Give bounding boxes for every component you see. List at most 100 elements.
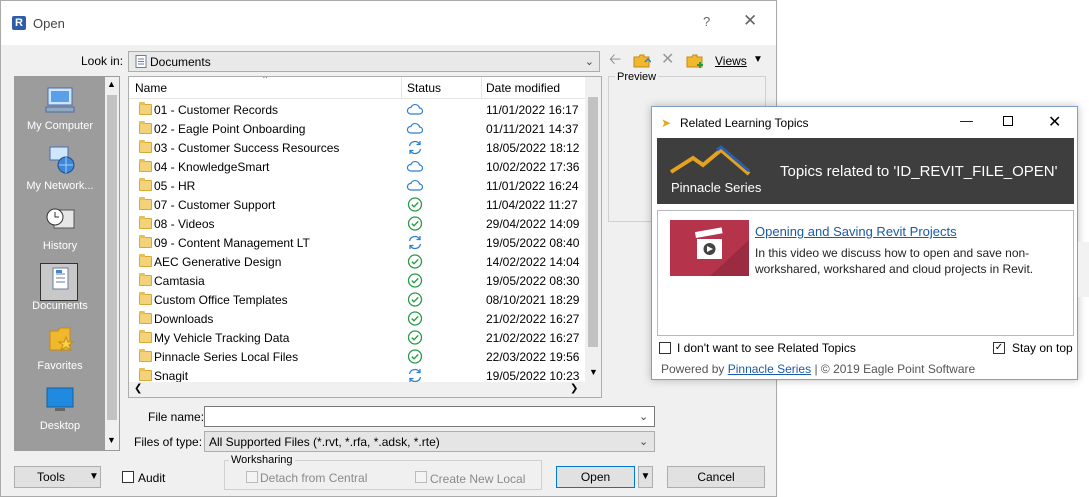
- file-name-input[interactable]: [204, 406, 655, 427]
- file-row[interactable]: 01 - Customer Records 11/01/2022 16:17: [129, 100, 585, 119]
- file-date-modified: 19/05/2022 08:40: [486, 236, 580, 250]
- file-row[interactable]: 05 - HR 11/01/2022 16:24: [129, 176, 585, 195]
- back-arrow-icon[interactable]: 🡠: [609, 51, 621, 69]
- stay-on-top-checkbox[interactable]: ✓: [993, 342, 1005, 354]
- folder-icon: [139, 235, 152, 248]
- dropdown-arrow-icon: ▼: [89, 471, 99, 482]
- place-label: Documents: [32, 300, 88, 312]
- video-clapperboard-icon[interactable]: [670, 220, 749, 276]
- pinnacle-flame-icon: ➤: [661, 116, 672, 130]
- up-one-level-icon[interactable]: [633, 53, 651, 69]
- scroll-thumb[interactable]: [107, 95, 117, 420]
- pinnacle-series-link[interactable]: Pinnacle Series: [728, 362, 811, 376]
- places-scrollbar[interactable]: ▲ ▼: [105, 77, 119, 450]
- views-dropdown-arrow-icon[interactable]: ▼: [753, 54, 763, 65]
- places-list: My Computer My Network... History Documents…: [15, 77, 105, 450]
- file-row[interactable]: Custom Office Templates 08/10/2021 18:29: [129, 290, 585, 309]
- scroll-up-icon[interactable]: ▲: [107, 79, 116, 89]
- available-status-icon: [406, 291, 424, 308]
- file-date-modified: 14/02/2022 14:04: [486, 255, 580, 269]
- file-date-modified: 11/01/2022 16:24: [486, 179, 579, 193]
- file-name: My Vehicle Tracking Data: [154, 331, 290, 345]
- file-row[interactable]: Pinnacle Series Local Files 22/03/2022 19…: [129, 347, 585, 366]
- file-type-label: Files of type:: [134, 435, 203, 449]
- dont-show-related-checkbox[interactable]: [659, 342, 671, 354]
- place-my-network[interactable]: My Network...: [15, 141, 105, 199]
- cancel-button[interactable]: Cancel: [667, 466, 765, 488]
- maximize-button[interactable]: [1003, 116, 1013, 126]
- available-status-icon: [406, 329, 424, 346]
- topic-description: In this video we discuss how to open and…: [755, 246, 1034, 276]
- tools-button[interactable]: Tools ▼: [14, 466, 101, 488]
- close-button[interactable]: ✕: [743, 11, 757, 31]
- revit-logo-icon: R: [12, 16, 26, 30]
- worksharing-label: Worksharing: [229, 454, 295, 466]
- file-name: Custom Office Templates: [154, 293, 288, 307]
- topic-link[interactable]: Opening and Saving Revit Projects: [755, 224, 957, 239]
- column-header-date-modified[interactable]: Date modified: [486, 81, 560, 95]
- file-row[interactable]: 03 - Customer Success Resources 18/05/202…: [129, 138, 585, 157]
- close-button[interactable]: ✕: [1048, 112, 1061, 132]
- file-name: 02 - Eagle Point Onboarding: [154, 122, 306, 136]
- file-name: 09 - Content Management LT: [154, 236, 310, 250]
- file-row[interactable]: 08 - Videos 29/04/2022 14:09: [129, 214, 585, 233]
- place-label: My Network...: [26, 180, 94, 192]
- views-menu[interactable]: Views: [715, 54, 747, 68]
- file-row[interactable]: AEC Generative Design 14/02/2022 14:04: [129, 252, 585, 271]
- open-options-dropdown-button[interactable]: ▼: [638, 466, 653, 488]
- pinnacle-logo-text: Pinnacle Series: [671, 180, 762, 195]
- scroll-down-icon[interactable]: ▼: [107, 435, 116, 445]
- file-row[interactable]: My Vehicle Tracking Data 21/02/2022 16:27: [129, 328, 585, 347]
- new-folder-icon[interactable]: [686, 53, 704, 69]
- place-label: Desktop: [39, 420, 81, 432]
- delete-icon[interactable]: ✕: [661, 51, 674, 69]
- folder-icon: [139, 330, 152, 343]
- cloud-status-icon: [406, 177, 424, 194]
- place-documents[interactable]: Documents: [15, 261, 105, 319]
- file-row[interactable]: 07 - Customer Support 11/04/2022 11:27: [129, 195, 585, 214]
- folder-icon: [139, 178, 152, 191]
- scroll-left-icon[interactable]: ❮: [134, 383, 142, 394]
- topics-banner: Pinnacle Series Topics related to 'ID_RE…: [657, 138, 1074, 204]
- scroll-down-icon[interactable]: ▼: [589, 367, 598, 377]
- open-button[interactable]: Open: [556, 466, 635, 488]
- file-list[interactable]: Name ⌃ Status Date modified 01 - Custome…: [128, 76, 602, 398]
- minimize-button[interactable]: —: [960, 113, 973, 128]
- folder-icon: [139, 121, 152, 134]
- file-row[interactable]: 02 - Eagle Point Onboarding 01/11/2021 14…: [129, 119, 585, 138]
- detach-from-central-checkbox[interactable]: [246, 471, 258, 483]
- file-date-modified: 19/05/2022 08:30: [486, 274, 580, 288]
- place-favorites[interactable]: Favorites: [15, 321, 105, 379]
- create-new-local-checkbox[interactable]: [415, 471, 427, 483]
- sync-status-icon: [406, 234, 424, 251]
- audit-checkbox[interactable]: [122, 471, 134, 483]
- folder-icon: [139, 368, 152, 381]
- chevron-down-icon: ⌄: [584, 56, 594, 68]
- documents-folder-icon: [135, 55, 147, 68]
- scroll-thumb[interactable]: [588, 97, 598, 347]
- chevron-down-icon[interactable]: ⌄: [639, 435, 648, 448]
- footer-copyright: | © 2019 Eagle Point Software: [814, 362, 976, 376]
- place-desktop[interactable]: Desktop: [15, 381, 105, 439]
- folder-icon: [139, 292, 152, 305]
- look-in-dropdown[interactable]: Documents ⌄: [128, 51, 600, 72]
- file-row[interactable]: Downloads 21/02/2022 16:27: [129, 309, 585, 328]
- place-history[interactable]: History: [15, 201, 105, 259]
- file-date-modified: 22/03/2022 19:56: [486, 350, 580, 364]
- file-row[interactable]: 04 - KnowledgeSmart 10/02/2022 17:36: [129, 157, 585, 176]
- chevron-down-icon[interactable]: ⌄: [639, 410, 648, 423]
- place-my-computer[interactable]: My Computer: [15, 81, 105, 139]
- file-date-modified: 18/05/2022 18:12: [486, 141, 580, 155]
- column-header-status[interactable]: Status: [402, 77, 482, 99]
- available-status-icon: [406, 310, 424, 327]
- file-date-modified: 11/01/2022 16:17: [486, 103, 579, 117]
- file-list-horizontal-scrollbar[interactable]: ❮ ❯: [129, 382, 601, 397]
- file-row[interactable]: 09 - Content Management LT 19/05/2022 08:…: [129, 233, 585, 252]
- file-row[interactable]: Camtasia 19/05/2022 08:30: [129, 271, 585, 290]
- preview-label: Preview: [615, 71, 659, 83]
- file-name: 07 - Customer Support: [154, 198, 276, 212]
- help-button[interactable]: ?: [703, 14, 710, 29]
- file-list-vertical-scrollbar[interactable]: ▼: [585, 77, 601, 382]
- scroll-right-icon[interactable]: ❯: [570, 383, 578, 394]
- file-type-select[interactable]: All Supported Files (*.rvt, *.rfa, *.ads…: [204, 431, 655, 452]
